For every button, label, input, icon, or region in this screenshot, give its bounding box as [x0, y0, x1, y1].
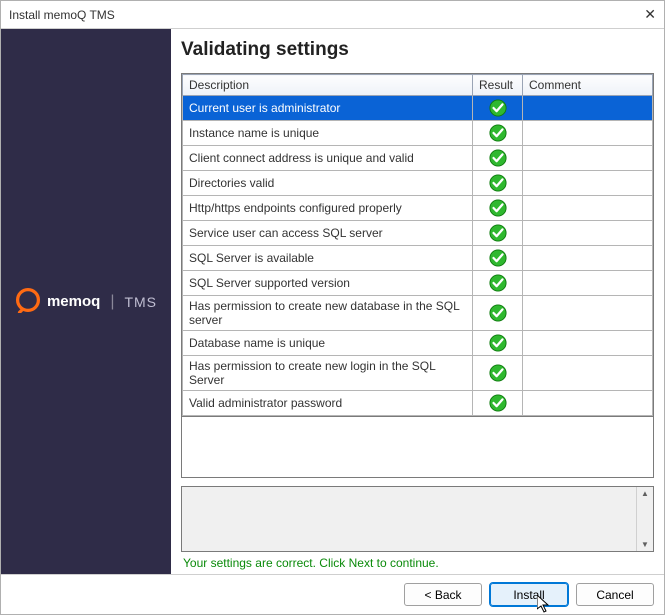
cell-description: Valid administrator password: [183, 391, 473, 416]
table-row[interactable]: Valid administrator password: [183, 391, 653, 416]
brand-logo-block: memoq | TMS: [15, 287, 157, 316]
table-row[interactable]: Current user is administrator: [183, 96, 653, 121]
cell-comment: [523, 146, 653, 171]
table-row[interactable]: Client connect address is unique and val…: [183, 146, 653, 171]
check-ok-icon: [489, 275, 507, 289]
cell-result: [473, 271, 523, 296]
col-description[interactable]: Description: [183, 75, 473, 96]
cell-comment: [523, 171, 653, 196]
check-ok-icon: [489, 225, 507, 239]
check-ok-icon: [489, 305, 507, 319]
cell-result: [473, 391, 523, 416]
table-row[interactable]: Instance name is unique: [183, 121, 653, 146]
table-header-row: Description Result Comment: [183, 75, 653, 96]
check-ok-icon: [489, 250, 507, 264]
back-button[interactable]: < Back: [404, 583, 482, 606]
status-message: Your settings are correct. Click Next to…: [181, 552, 654, 574]
sidebar: memoq | TMS: [1, 29, 171, 574]
cell-result: [473, 246, 523, 271]
memoq-logo-icon: [15, 287, 41, 316]
check-ok-icon: [489, 175, 507, 189]
cell-result: [473, 221, 523, 246]
cell-description: Has permission to create new login in th…: [183, 356, 473, 391]
check-ok-icon: [489, 150, 507, 164]
close-icon[interactable]: ✕: [626, 6, 656, 23]
table-empty-space: [181, 417, 654, 478]
titlebar: Install memoQ TMS ✕: [1, 1, 664, 29]
brand-separator: |: [110, 293, 114, 311]
cell-description: Client connect address is unique and val…: [183, 146, 473, 171]
table-row[interactable]: Directories valid: [183, 171, 653, 196]
main-panel: Validating settings Description Result C…: [171, 29, 664, 574]
cell-description: Http/https endpoints configured properly: [183, 196, 473, 221]
cell-description: Directories valid: [183, 171, 473, 196]
cell-result: [473, 296, 523, 331]
cell-comment: [523, 221, 653, 246]
window-title: Install memoQ TMS: [9, 8, 115, 22]
table-row[interactable]: Database name is unique: [183, 331, 653, 356]
cell-description: Instance name is unique: [183, 121, 473, 146]
cell-comment: [523, 356, 653, 391]
cell-description: SQL Server is available: [183, 246, 473, 271]
install-button[interactable]: Install: [490, 583, 568, 606]
col-comment[interactable]: Comment: [523, 75, 653, 96]
col-result[interactable]: Result: [473, 75, 523, 96]
validation-table-wrap: Description Result Comment Current user …: [181, 73, 654, 417]
cell-result: [473, 356, 523, 391]
brand-name: memoq: [47, 293, 100, 310]
table-row[interactable]: Has permission to create new login in th…: [183, 356, 653, 391]
scroll-up-icon[interactable]: ▲: [641, 489, 649, 498]
cancel-button[interactable]: Cancel: [576, 583, 654, 606]
validation-table: Description Result Comment Current user …: [182, 74, 653, 416]
cell-result: [473, 196, 523, 221]
content-area: memoq | TMS Validating settings Descript…: [1, 29, 664, 574]
page-title: Validating settings: [181, 39, 654, 61]
table-row[interactable]: Http/https endpoints configured properly: [183, 196, 653, 221]
installer-window: Install memoQ TMS ✕ memoq | TMS Validati…: [0, 0, 665, 615]
cell-description: SQL Server supported version: [183, 271, 473, 296]
cell-result: [473, 171, 523, 196]
cell-comment: [523, 391, 653, 416]
cell-result: [473, 146, 523, 171]
cell-comment: [523, 196, 653, 221]
table-row[interactable]: SQL Server is available: [183, 246, 653, 271]
log-textarea[interactable]: ▲ ▼: [181, 486, 654, 552]
cell-comment: [523, 121, 653, 146]
cell-comment: [523, 331, 653, 356]
table-row[interactable]: Has permission to create new database in…: [183, 296, 653, 331]
cell-description: Database name is unique: [183, 331, 473, 356]
check-ok-icon: [489, 395, 507, 409]
scrollbar[interactable]: ▲ ▼: [636, 487, 653, 551]
cell-comment: [523, 271, 653, 296]
cell-result: [473, 331, 523, 356]
table-row[interactable]: SQL Server supported version: [183, 271, 653, 296]
cell-description: Current user is administrator: [183, 96, 473, 121]
cell-result: [473, 121, 523, 146]
cell-result: [473, 96, 523, 121]
check-ok-icon: [489, 100, 507, 114]
check-ok-icon: [489, 365, 507, 379]
check-ok-icon: [489, 335, 507, 349]
cell-description: Has permission to create new database in…: [183, 296, 473, 331]
cell-comment: [523, 246, 653, 271]
check-ok-icon: [489, 200, 507, 214]
footer-button-bar: < Back Install Cancel: [1, 574, 664, 614]
brand-suffix: TMS: [124, 294, 157, 310]
table-row[interactable]: Service user can access SQL server: [183, 221, 653, 246]
cell-comment: [523, 96, 653, 121]
cell-description: Service user can access SQL server: [183, 221, 473, 246]
scroll-down-icon[interactable]: ▼: [641, 540, 649, 549]
check-ok-icon: [489, 125, 507, 139]
cell-comment: [523, 296, 653, 331]
